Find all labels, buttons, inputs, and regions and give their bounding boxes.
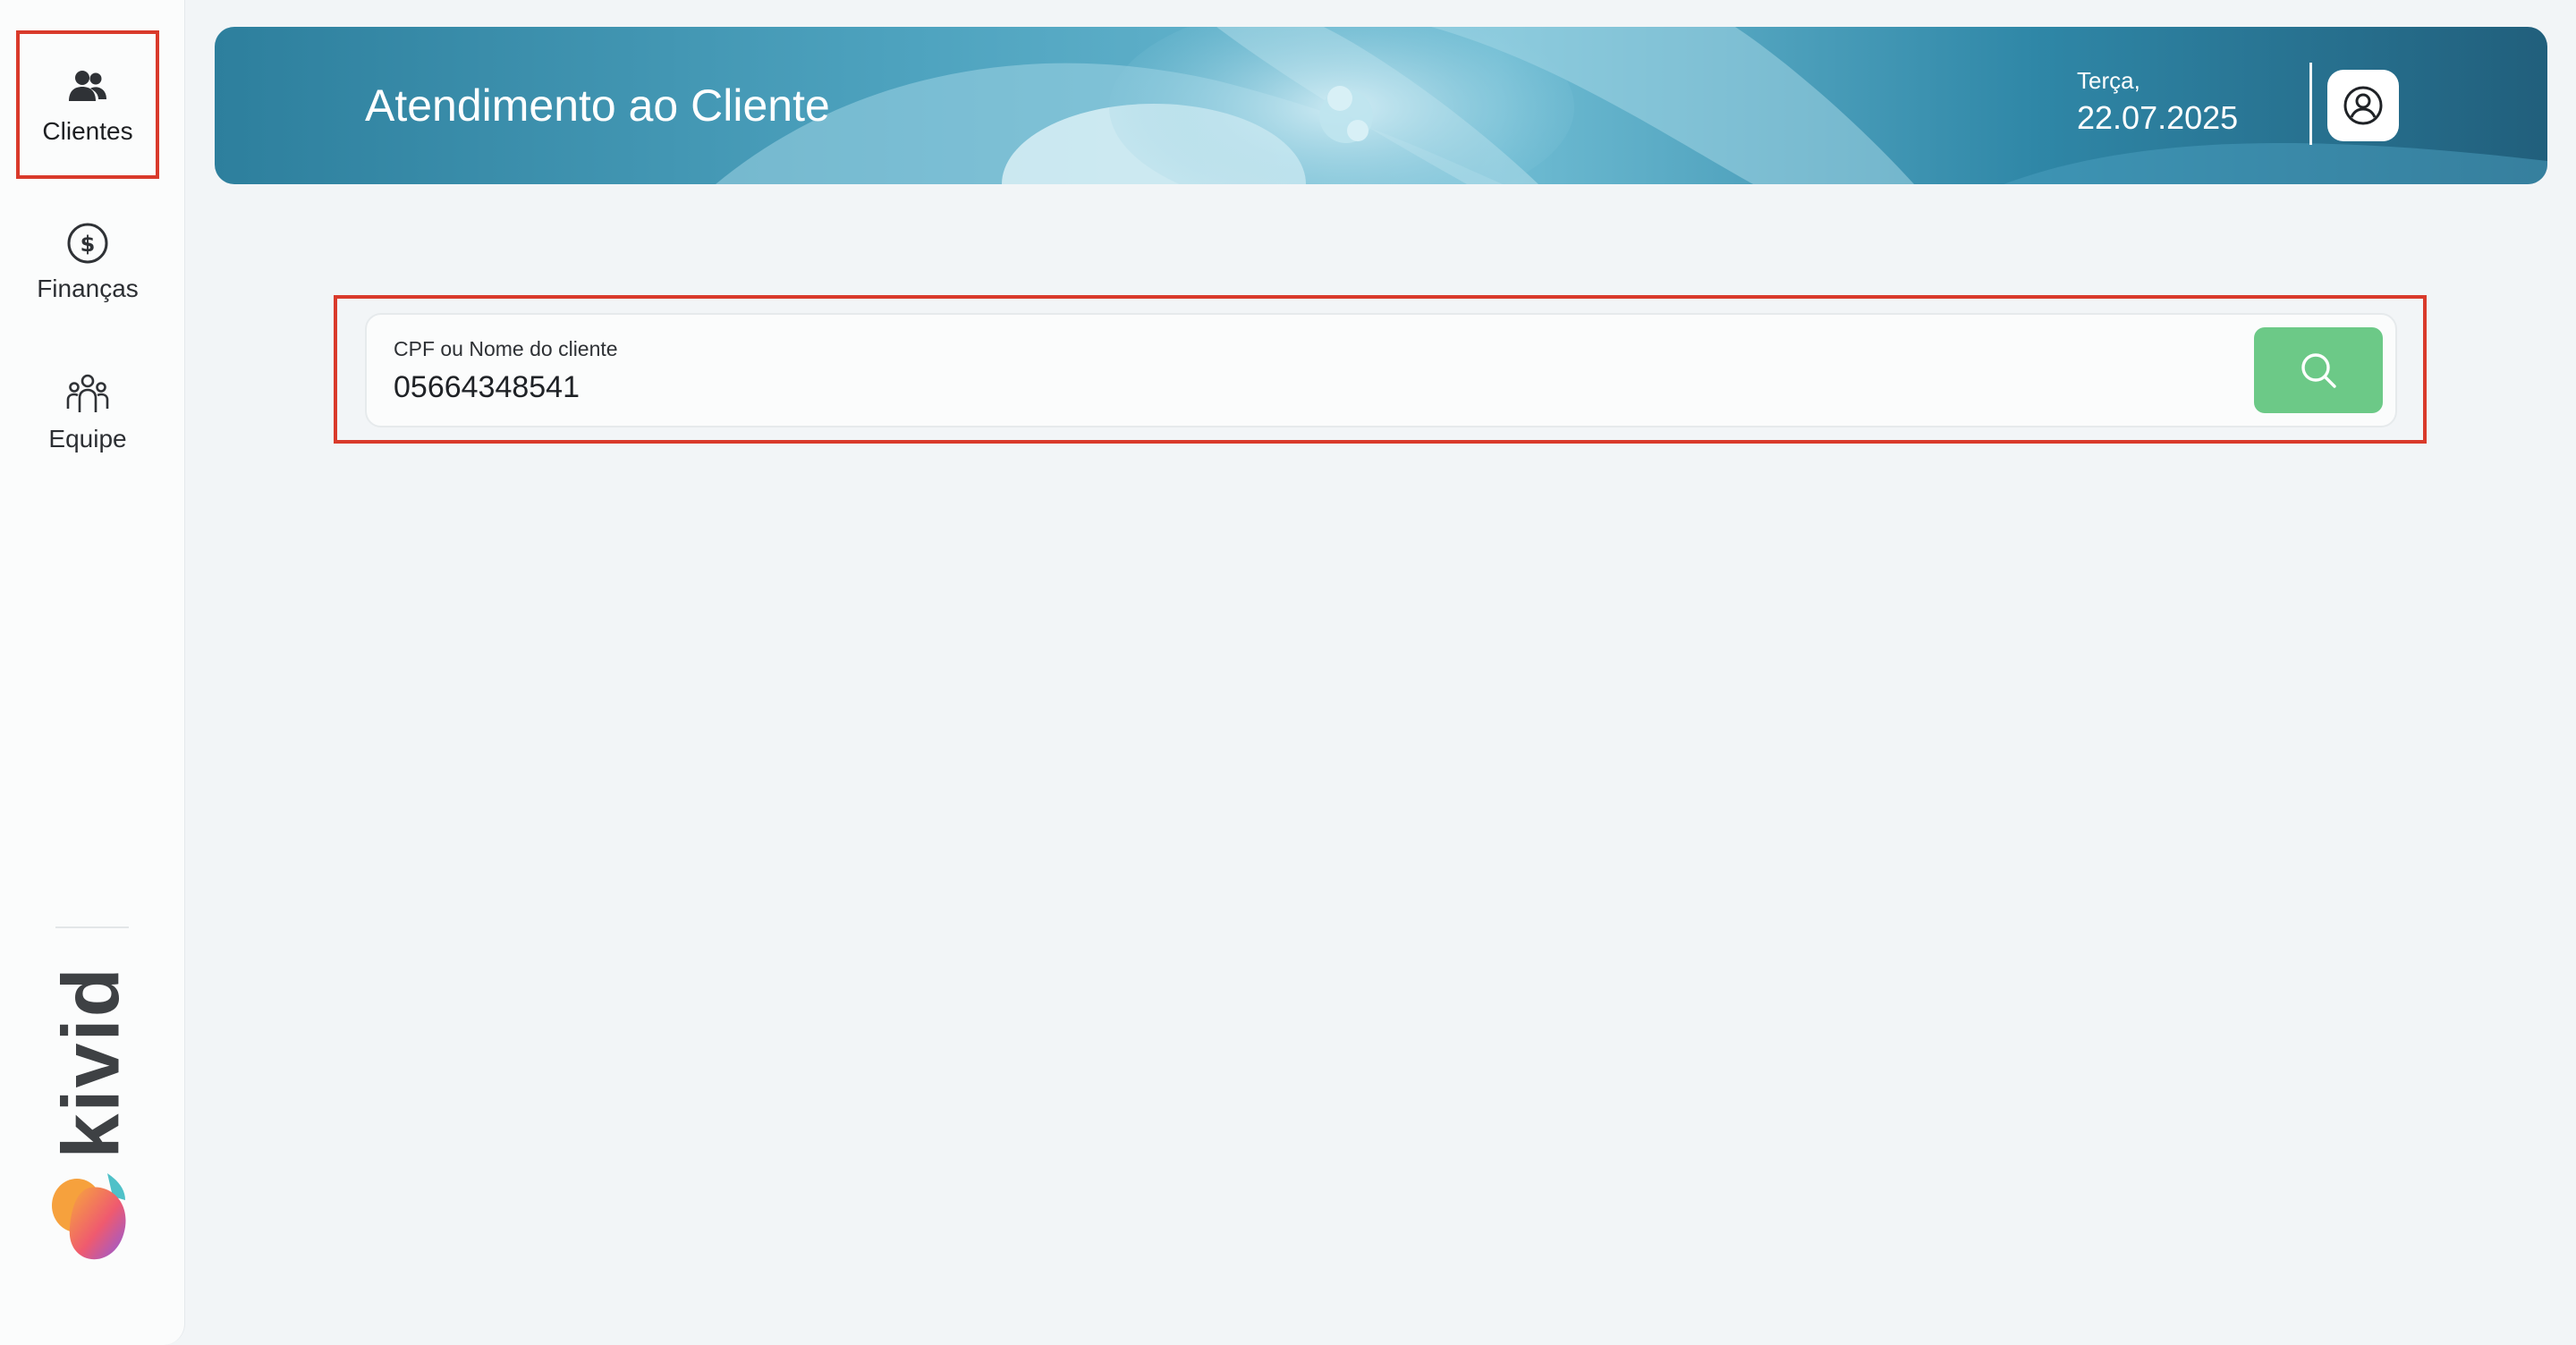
sidebar-divider xyxy=(55,926,129,928)
sidebar-item-label: Equipe xyxy=(48,425,127,453)
user-circle-icon xyxy=(2343,86,2383,125)
sidebar: Clientes $ Finanças Equipe kivid xyxy=(0,0,185,1345)
header-separator xyxy=(2309,63,2312,145)
sidebar-item-financas[interactable]: $ Finanças xyxy=(16,188,159,336)
header-banner: Atendimento ao Cliente Terça, 22.07.2025 xyxy=(215,27,2547,184)
search-button[interactable] xyxy=(2254,327,2383,413)
users-icon xyxy=(64,63,111,109)
page-title: Atendimento ao Cliente xyxy=(365,80,830,131)
sidebar-item-equipe[interactable]: Equipe xyxy=(16,338,159,486)
app-root: Clientes $ Finanças Equipe kivid Atendim… xyxy=(0,0,2576,1345)
brand-logo-icon xyxy=(52,1173,126,1260)
brand-wordmark: kivid xyxy=(47,966,137,1159)
search-input[interactable] xyxy=(394,367,2227,408)
search-card: CPF ou Nome do cliente xyxy=(365,313,2397,427)
weekday-label: Terça, xyxy=(2077,67,2140,94)
sidebar-item-label: Clientes xyxy=(42,117,133,145)
header-date: Terça, 22.07.2025 xyxy=(2077,66,2238,138)
search-icon xyxy=(2301,353,2336,388)
sidebar-item-clientes[interactable]: Clientes xyxy=(16,30,159,179)
profile-button[interactable] xyxy=(2327,70,2399,141)
team-icon xyxy=(64,370,111,417)
svg-text:$: $ xyxy=(80,232,96,257)
dollar-circle-icon: $ xyxy=(64,220,111,266)
sidebar-item-label: Finanças xyxy=(37,275,139,302)
date-label: 22.07.2025 xyxy=(2077,99,2239,136)
search-label: CPF ou Nome do cliente xyxy=(394,337,618,360)
